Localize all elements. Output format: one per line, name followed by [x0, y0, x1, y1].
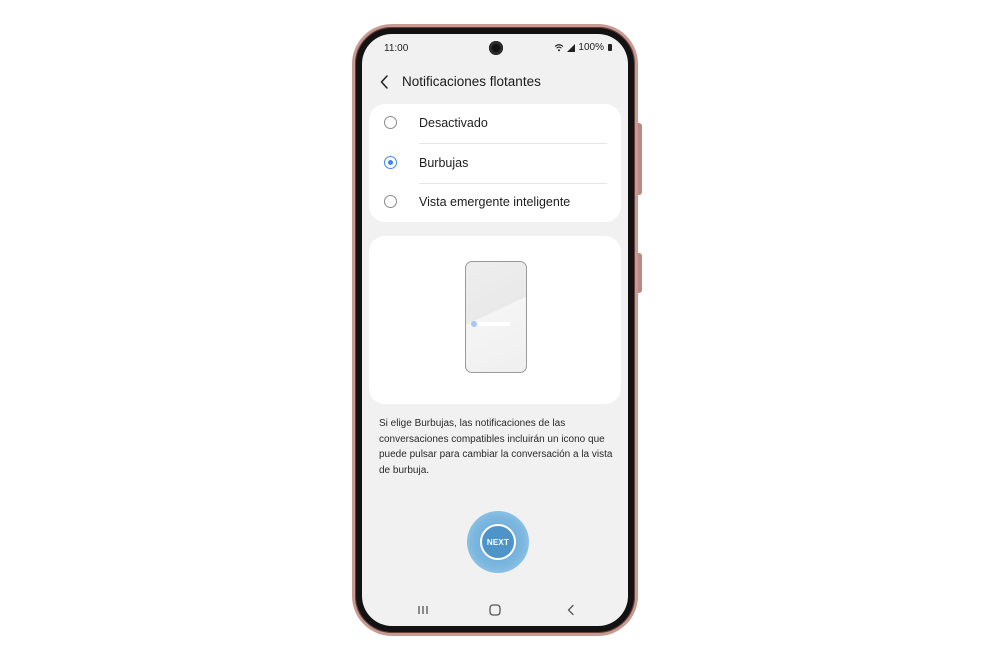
option-label: Burbujas [419, 156, 469, 170]
phone-screen: 11:00 100% Notificaciones flotantes Desa… [362, 34, 628, 626]
preview-card [369, 236, 621, 404]
power-button [638, 253, 642, 293]
radio-button[interactable] [384, 116, 397, 129]
chevron-left-icon [380, 75, 388, 89]
page-title: Notificaciones flotantes [402, 74, 541, 89]
option-burbujas[interactable]: Burbujas [369, 144, 621, 183]
volume-button [638, 123, 642, 195]
next-button-ring: NEXT [480, 524, 516, 560]
back-button[interactable] [376, 71, 396, 93]
next-button[interactable]: NEXT [467, 511, 529, 573]
phone-device: 11:00 100% Notificaciones flotantes Desa… [352, 24, 642, 636]
status-time: 11:00 [384, 43, 409, 54]
back-icon [567, 604, 574, 616]
options-card: Desactivado Burbujas Vista emergente int… [369, 104, 621, 222]
app-header: Notificaciones flotantes [362, 66, 628, 98]
status-icons: 100% [554, 42, 612, 53]
radio-button-checked[interactable] [384, 156, 397, 169]
wifi-icon [555, 44, 564, 52]
option-desactivado[interactable]: Desactivado [369, 104, 621, 143]
bubble-preview-illustration [465, 261, 527, 373]
front-camera [489, 41, 503, 55]
status-bar: 11:00 100% [362, 34, 628, 60]
option-label: Desactivado [419, 116, 488, 130]
nav-back-button[interactable] [562, 602, 580, 618]
option-label: Vista emergente inteligente [419, 195, 571, 209]
bubble-icon [471, 321, 477, 327]
signal-icon [567, 43, 576, 52]
description-text: Si elige Burbujas, las notificaciones de… [379, 418, 613, 476]
home-button[interactable] [486, 602, 504, 618]
navigation-bar [362, 596, 628, 624]
recents-icon [418, 606, 428, 614]
battery-percent: 100% [578, 42, 604, 53]
recents-button[interactable] [414, 602, 432, 618]
bubble-message-bar [478, 322, 510, 326]
battery-icon [608, 44, 612, 51]
next-label: NEXT [486, 537, 510, 547]
option-vista-emergente[interactable]: Vista emergente inteligente [369, 183, 621, 222]
radio-button[interactable] [384, 195, 397, 208]
home-icon [489, 604, 501, 616]
